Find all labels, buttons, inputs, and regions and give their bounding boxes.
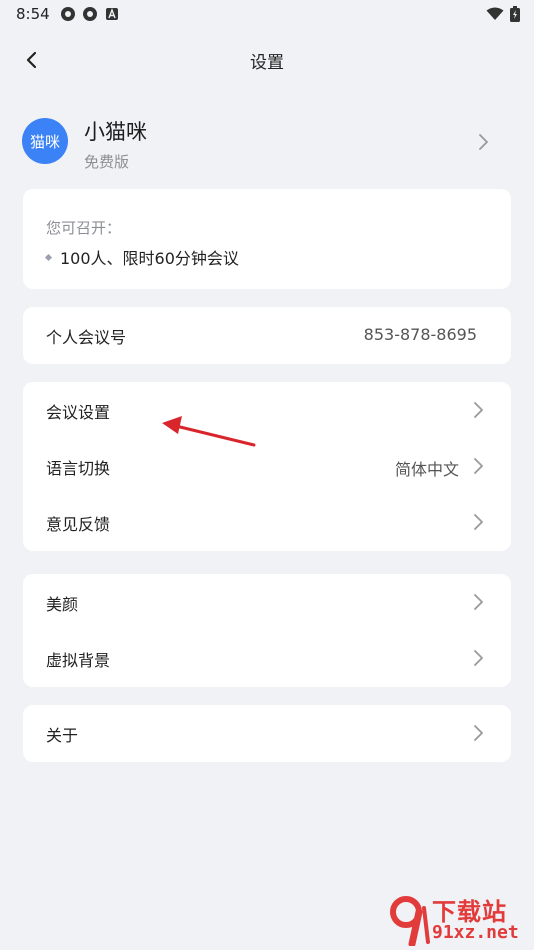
settings-item-label: 会议设置	[46, 403, 111, 422]
settings-item-about[interactable]: 关于	[23, 705, 511, 761]
chevron-right-icon	[474, 650, 483, 666]
bullet-icon	[44, 253, 53, 261]
chevron-right-icon	[474, 725, 483, 741]
capacity-label: 您可召开：	[46, 219, 122, 237]
meeting-id-value: 853-878-8695	[363, 325, 477, 344]
page-title: 设置	[250, 53, 284, 73]
settings-item-virtual-background[interactable]: 虚拟背景	[23, 630, 511, 686]
app-notification-icon	[83, 7, 97, 21]
watermark-logo-icon	[390, 896, 430, 946]
about-card: 关于	[23, 705, 511, 762]
chevron-right-icon	[474, 402, 483, 418]
profile-plan: 免费版	[84, 153, 130, 171]
battery-icon	[510, 6, 520, 22]
chevron-right-icon	[474, 458, 483, 474]
notification-icons	[60, 6, 120, 22]
status-bar: 8:54	[0, 0, 534, 30]
settings-item-label: 虚拟背景	[46, 651, 111, 670]
capacity-item: 100人、限时60分钟会议	[44, 245, 239, 269]
settings-card: 会议设置 语言切换 简体中文 意见反馈	[23, 382, 511, 551]
settings-item-beauty[interactable]: 美颜	[23, 574, 511, 630]
profile-name: 小猫咪	[84, 120, 147, 144]
meeting-id-card: 个人会议号 853-878-8695	[23, 307, 511, 364]
status-time: 8:54	[16, 5, 50, 23]
wifi-icon	[486, 7, 504, 20]
capacity-card: 您可召开： 100人、限时60分钟会议	[23, 189, 511, 289]
language-value: 简体中文	[394, 460, 459, 479]
meeting-id-row[interactable]: 个人会议号 853-878-8695	[23, 307, 511, 363]
settings-item-label: 语言切换	[46, 459, 111, 478]
settings-item-label: 美颜	[46, 595, 79, 614]
settings-item-meeting-settings[interactable]: 会议设置	[23, 382, 511, 438]
beauty-card: 美颜 虚拟背景	[23, 574, 511, 687]
avatar: 猫咪	[22, 118, 68, 164]
profile-row[interactable]: 猫咪 小猫咪 免费版	[22, 112, 512, 176]
chevron-right-icon	[474, 594, 483, 610]
watermark: 下载站 91xz.net	[384, 890, 534, 950]
capacity-item-text: 100人、限时60分钟会议	[60, 249, 239, 268]
annotation-arrow-icon	[162, 416, 256, 447]
nav-bar: 设置	[0, 38, 534, 82]
a-notification-icon	[106, 8, 118, 20]
settings-item-label: 意见反馈	[46, 515, 111, 534]
chevron-right-icon	[474, 514, 483, 530]
settings-item-feedback[interactable]: 意见反馈	[23, 494, 511, 550]
app-notification-icon	[61, 7, 75, 21]
chevron-right-icon	[479, 134, 488, 150]
watermark-url: 91xz.net	[432, 922, 519, 943]
settings-item-label: 关于	[46, 726, 79, 745]
system-icons	[486, 6, 520, 22]
meeting-id-label: 个人会议号	[46, 328, 127, 347]
settings-item-language[interactable]: 语言切换 简体中文	[23, 438, 511, 494]
